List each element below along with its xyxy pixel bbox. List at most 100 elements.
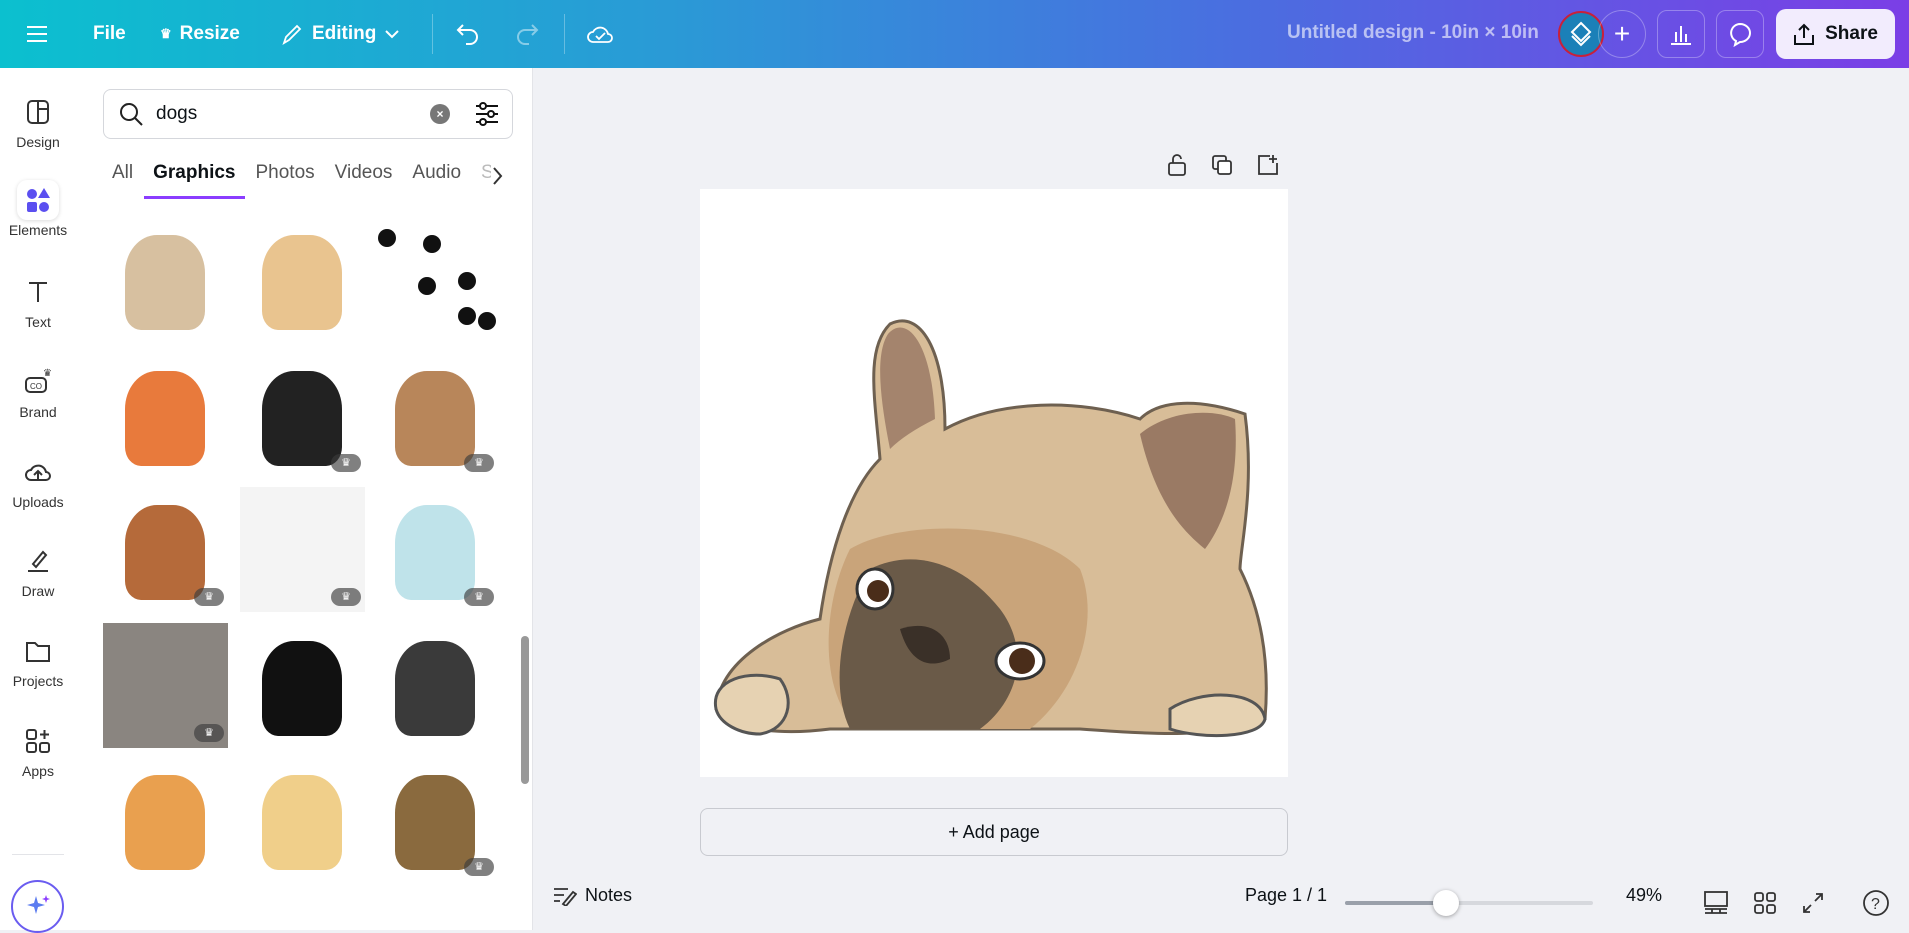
rail-item-design[interactable]: Design xyxy=(0,96,76,150)
editing-label: Editing xyxy=(312,23,377,44)
pencil-icon xyxy=(282,24,302,46)
thumbnail-view-icon xyxy=(1704,891,1728,914)
graphic-result[interactable]: ♛ xyxy=(240,487,365,612)
filter-sliders-icon[interactable] xyxy=(474,101,500,127)
chevron-down-icon xyxy=(385,30,400,39)
tab-all[interactable]: All xyxy=(112,162,133,199)
scrollbar[interactable] xyxy=(521,268,529,918)
layers-icon xyxy=(1570,21,1592,47)
notes-button[interactable]: Notes xyxy=(553,885,632,906)
editing-dropdown[interactable]: Editing xyxy=(280,0,400,68)
search-input[interactable]: dogs xyxy=(156,103,430,125)
premium-crown-icon: ♛ xyxy=(464,588,494,606)
rail-label: Elements xyxy=(8,222,68,238)
draw-icon xyxy=(28,550,48,572)
premium-crown-icon: ♛ xyxy=(194,588,224,606)
lock-icon[interactable] xyxy=(1167,154,1187,176)
help-button[interactable]: ? xyxy=(1862,889,1890,917)
graphic-result[interactable]: ♛ xyxy=(103,487,228,612)
insights-button[interactable] xyxy=(1657,10,1705,58)
comments-button[interactable] xyxy=(1716,10,1764,58)
premium-crown-icon: ♛ xyxy=(464,454,494,472)
graphic-result[interactable] xyxy=(103,757,228,882)
redo-icon xyxy=(517,24,539,45)
rail-item-uploads[interactable]: Uploads xyxy=(0,456,76,510)
add-page-icon[interactable] xyxy=(1257,154,1279,176)
graphic-result[interactable]: ♛ xyxy=(373,487,498,612)
graphic-result[interactable] xyxy=(240,217,365,342)
graphic-result[interactable] xyxy=(103,217,228,342)
search-icon xyxy=(120,103,143,126)
undo-icon xyxy=(456,24,478,45)
svg-text:♛: ♛ xyxy=(43,368,52,379)
tabs-scroll-right-icon[interactable] xyxy=(492,166,504,186)
help-icon: ? xyxy=(1863,890,1889,916)
french-bulldog-graphic[interactable] xyxy=(700,189,1288,777)
share-button[interactable]: Share xyxy=(1776,9,1895,59)
tab-photos[interactable]: Photos xyxy=(256,162,315,199)
graphic-result[interactable] xyxy=(103,353,228,478)
page-toolbar xyxy=(1167,154,1279,176)
search-box[interactable]: dogs × xyxy=(103,89,513,139)
tab-graphics[interactable]: Graphics xyxy=(144,162,245,199)
graphic-result[interactable] xyxy=(373,217,498,342)
redo-button[interactable] xyxy=(514,0,540,68)
rail-item-brand[interactable]: CO ♛ Brand xyxy=(0,366,76,420)
graphic-result[interactable]: ♛ xyxy=(373,353,498,478)
content-tabs: All Graphics Photos Videos Audio S xyxy=(112,162,491,199)
premium-crown-icon: ♛ xyxy=(464,858,494,876)
apps-icon xyxy=(26,729,50,753)
folder-icon xyxy=(26,642,50,662)
rail-label: Brand xyxy=(19,404,57,420)
comment-icon xyxy=(1730,22,1751,47)
design-page[interactable] xyxy=(700,189,1288,777)
magic-assistant-button[interactable] xyxy=(11,880,64,933)
rail-label: Text xyxy=(25,314,51,330)
add-collaborator-button[interactable]: + xyxy=(1598,10,1646,58)
design-title[interactable]: Untitled design - 10in × 10in xyxy=(1287,22,1539,44)
plus-icon: + xyxy=(1613,18,1631,49)
page-view-button[interactable] xyxy=(1703,890,1729,914)
tab-audio[interactable]: Audio xyxy=(412,162,461,199)
add-page-button[interactable]: + Add page xyxy=(700,808,1288,856)
notes-label: Notes xyxy=(585,885,633,905)
graphic-result[interactable] xyxy=(240,623,365,748)
notes-icon xyxy=(554,887,577,906)
rail-item-projects[interactable]: Projects xyxy=(0,635,76,689)
undo-button[interactable] xyxy=(455,0,481,68)
rail-item-draw[interactable]: Draw xyxy=(0,545,76,599)
share-label: Share xyxy=(1825,23,1878,44)
premium-crown-icon: ♛ xyxy=(331,588,361,606)
graphic-result[interactable] xyxy=(373,623,498,748)
graphic-result[interactable] xyxy=(240,757,365,882)
side-rail: Design Elements Text CO ♛ Brand Uploads Dr… xyxy=(0,68,76,933)
rail-label: Draw xyxy=(21,583,55,599)
crown-icon: ♛ xyxy=(160,26,172,41)
clear-search-icon[interactable]: × xyxy=(430,104,450,124)
zoom-percentage[interactable]: 49% xyxy=(1626,885,1662,906)
graphic-result[interactable]: ♛ xyxy=(103,623,228,748)
rail-label: Apps xyxy=(22,763,54,779)
brand-icon: CO♛ xyxy=(25,368,52,393)
page-indicator[interactable]: Page 1 / 1 xyxy=(1245,885,1327,906)
graphic-result[interactable]: ♛ xyxy=(240,353,365,478)
file-menu[interactable]: File xyxy=(93,0,126,68)
duplicate-page-icon[interactable] xyxy=(1211,154,1233,176)
graphic-result[interactable]: ♛ xyxy=(373,757,498,882)
resize-button[interactable]: ♛ Resize xyxy=(160,0,240,68)
elements-panel: dogs × All Graphics Photos Videos Audio … xyxy=(76,68,533,930)
zoom-slider[interactable] xyxy=(1345,890,1593,916)
grid-view-button[interactable] xyxy=(1754,892,1776,914)
svg-text:CO: CO xyxy=(30,382,42,391)
rail-item-elements[interactable]: Elements xyxy=(0,180,76,238)
rail-label: Projects xyxy=(12,673,64,689)
fullscreen-button[interactable] xyxy=(1802,892,1824,914)
tab-videos[interactable]: Videos xyxy=(335,162,393,199)
tab-more[interactable]: S xyxy=(481,162,491,199)
rail-item-text[interactable]: Text xyxy=(0,276,76,330)
cloud-saved-icon[interactable] xyxy=(586,0,614,68)
zoom-slider-handle[interactable] xyxy=(1432,890,1459,916)
rail-label: Design xyxy=(16,134,60,150)
hamburger-icon[interactable] xyxy=(26,0,48,68)
rail-item-apps[interactable]: Apps xyxy=(0,725,76,779)
